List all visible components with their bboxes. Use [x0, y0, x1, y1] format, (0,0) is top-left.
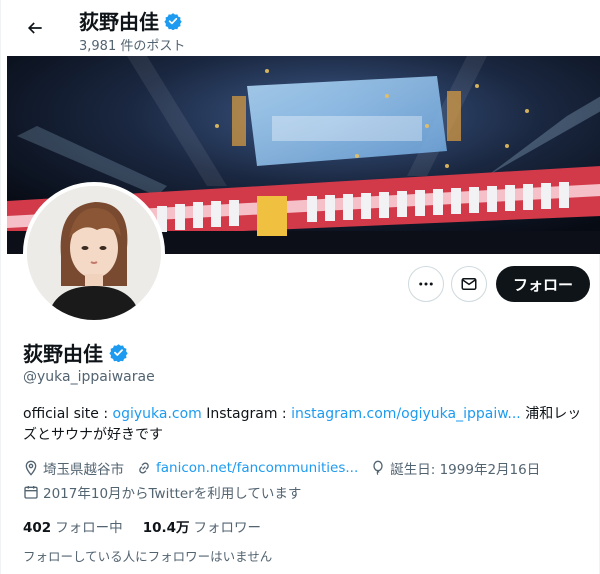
profile-page: 荻野由佳 3,981 件のポスト フォロー 荻野由佳 @yuka_ippaiwa…	[0, 0, 600, 574]
display-name: 荻野由佳	[23, 342, 103, 366]
location-text: 埼玉県越谷市	[43, 462, 124, 478]
link-icon	[139, 462, 149, 474]
avatar-portrait	[27, 186, 161, 320]
joined-text: 2017年10月からTwitterを利用しています	[43, 486, 302, 502]
follow-button[interactable]: フォロー	[496, 266, 590, 302]
followers-link[interactable]: 10.4万 フォロワー	[143, 516, 261, 536]
back-arrow-icon	[27, 22, 42, 34]
message-button[interactable]	[451, 266, 487, 302]
more-icon	[419, 282, 433, 286]
profile-meta-joined: 2017年10月からTwitterを利用しています	[23, 482, 313, 502]
mail-icon	[461, 278, 477, 290]
following-label: フォロー中	[55, 520, 123, 536]
website-item: fanicon.net/fancommunities...	[136, 460, 358, 476]
avatar[interactable]	[23, 182, 165, 324]
following-count: 402	[23, 520, 52, 536]
bio-text: Instagram :	[201, 406, 292, 422]
back-button[interactable]	[18, 11, 52, 45]
website-link[interactable]: fanicon.net/fancommunities...	[156, 460, 358, 476]
post-count: 3,981 件のポスト	[79, 39, 186, 54]
user-handle: @yuka_ippaiwarae	[23, 369, 155, 385]
following-link[interactable]: 402 フォロー中	[23, 516, 123, 536]
bio: official site : ogiyuka.com Instagram : …	[23, 404, 583, 446]
followers-label: フォロワー	[193, 520, 262, 536]
followed-by-note: フォローしている人にフォロワーはいません	[23, 549, 273, 564]
bio-link-instagram[interactable]: instagram.com/ogiyuka_ippaiw...	[291, 406, 521, 422]
verified-badge-icon	[164, 12, 182, 30]
location-item: 埼玉県越谷市	[23, 458, 124, 478]
profile-name: 荻野由佳	[23, 338, 128, 367]
profile-meta: 埼玉県越谷市 fanicon.net/fancommunities... 誕生日…	[23, 458, 552, 478]
bio-link-site[interactable]: ogiyuka.com	[113, 406, 202, 422]
follow-stats: 402 フォロー中 10.4万 フォロワー	[23, 516, 261, 536]
bio-text: official site :	[23, 406, 113, 422]
balloon-icon	[373, 460, 383, 476]
verified-badge-icon[interactable]	[109, 343, 128, 362]
joined-item: 2017年10月からTwitterを利用しています	[23, 482, 301, 502]
header-title: 荻野由佳	[79, 6, 182, 35]
location-pin-icon	[25, 460, 37, 476]
birthday-item: 誕生日: 1999年2月16日	[370, 458, 540, 478]
header-display-name: 荻野由佳	[79, 10, 159, 34]
top-header: 荻野由佳 3,981 件のポスト	[1, 0, 600, 56]
birthday-text: 誕生日: 1999年2月16日	[390, 462, 541, 478]
more-button[interactable]	[408, 266, 444, 302]
calendar-icon	[24, 486, 38, 499]
followers-count: 10.4万	[142, 520, 190, 536]
